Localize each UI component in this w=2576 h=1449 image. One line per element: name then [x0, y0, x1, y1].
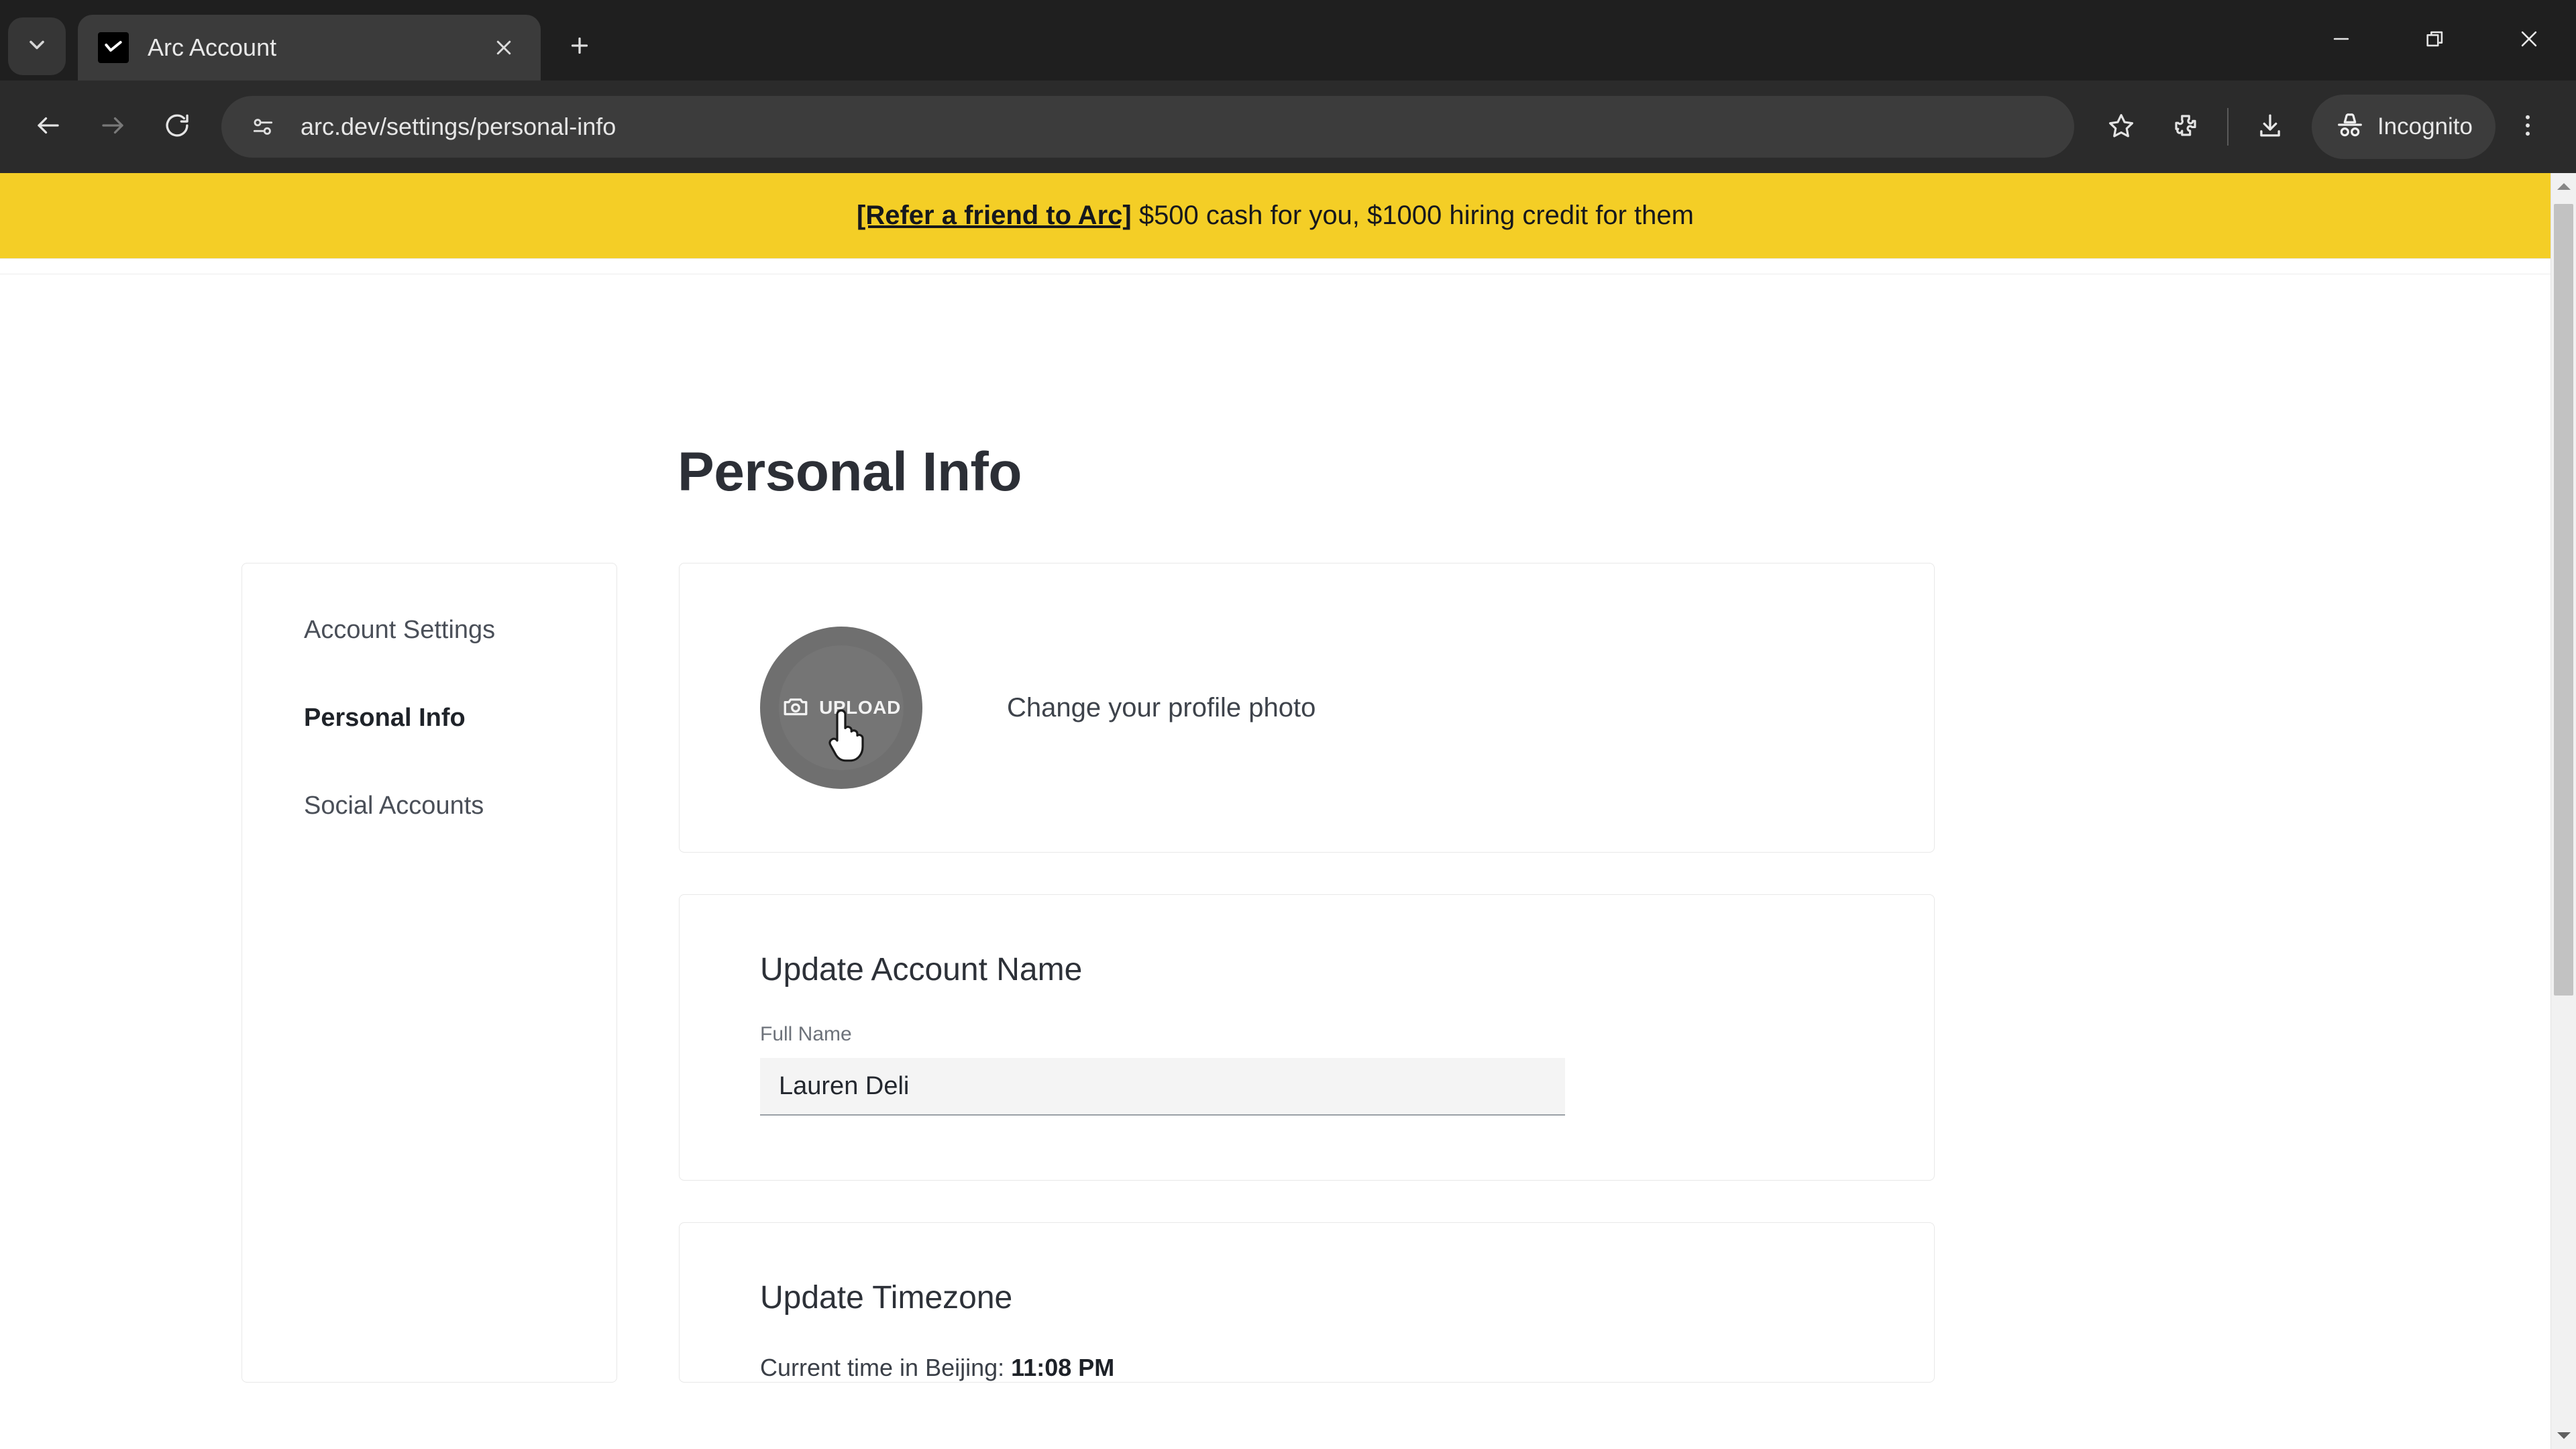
avatar-upload-button[interactable]: UPLOAD [760, 627, 922, 789]
browser-toolbar: arc.dev/settings/personal-info Incognito [0, 80, 2576, 173]
settings-main-column: UPLOAD Change your profile photo Update … [679, 563, 1935, 1383]
chevron-down-icon [25, 33, 49, 60]
settings-sidebar: Account Settings Personal Info Social Ac… [241, 563, 617, 1383]
incognito-hat-icon [2334, 110, 2365, 144]
new-tab-button[interactable] [555, 23, 604, 71]
update-account-name-heading: Update Account Name [760, 952, 1083, 987]
restore-button[interactable] [2388, 0, 2482, 80]
close-window-button[interactable] [2482, 0, 2576, 80]
extensions-puzzle-icon [2171, 111, 2200, 143]
referral-banner-text: [Refer a friend to Arc] $500 cash for yo… [857, 201, 1694, 231]
update-timezone-card: Update Timezone Current time in Beijing:… [679, 1222, 1935, 1383]
upload-control: UPLOAD [782, 692, 901, 724]
page-content: Personal Info Account Settings Personal … [0, 441, 2551, 1383]
page-viewport: [Refer a friend to Arc] $500 cash for yo… [0, 173, 2576, 1449]
camera-icon [782, 692, 810, 724]
downloads-button[interactable] [2238, 95, 2302, 159]
browser-tab[interactable]: Arc Account [78, 15, 541, 80]
current-time-value: 11:08 PM [1011, 1354, 1115, 1381]
page-scrollbar[interactable] [2551, 173, 2576, 1449]
tab-title: Arc Account [148, 34, 277, 61]
url-text: arc.dev/settings/personal-info [301, 113, 616, 140]
minimize-icon [2330, 28, 2353, 54]
address-bar[interactable]: arc.dev/settings/personal-info [221, 96, 2074, 158]
toolbar-divider [2226, 108, 2229, 146]
tab-search-button[interactable] [8, 17, 66, 75]
browser-window: Arc Account arc.dev/settings/personal-in… [0, 0, 2576, 1449]
scroll-down-arrow-icon[interactable] [2551, 1422, 2576, 1449]
update-timezone-heading: Update Timezone [760, 1280, 1013, 1316]
sidebar-item-social-accounts[interactable]: Social Accounts [304, 792, 616, 820]
restore-icon [2424, 28, 2447, 54]
scrollbar-thumb[interactable] [2554, 204, 2573, 996]
close-icon [2518, 28, 2540, 54]
plus-icon [568, 34, 592, 61]
three-dot-menu-icon [2514, 111, 2542, 143]
profile-photo-caption: Change your profile photo [1007, 692, 1316, 722]
profile-photo-card: UPLOAD Change your profile photo [679, 563, 1935, 853]
star-icon [2107, 111, 2135, 143]
referral-banner-detail: $500 cash for you, $1000 hiring credit f… [1131, 201, 1694, 230]
download-icon [2256, 111, 2284, 143]
scroll-up-arrow-icon[interactable] [2551, 173, 2576, 200]
back-arrow-icon [34, 111, 62, 143]
page-title: Personal Info [678, 441, 1022, 502]
settings-layout: Account Settings Personal Info Social Ac… [0, 563, 2551, 1383]
incognito-label: Incognito [2377, 113, 2473, 140]
current-time-prefix: Current time in Beijing: [760, 1354, 1012, 1381]
back-button[interactable] [16, 95, 80, 159]
site-settings-icon[interactable] [241, 105, 284, 148]
forward-button[interactable] [80, 95, 145, 159]
full-name-label: Full Name [760, 1023, 852, 1045]
window-controls [2294, 0, 2576, 80]
extensions-button[interactable] [2153, 95, 2218, 159]
sidebar-item-account-settings[interactable]: Account Settings [304, 616, 616, 645]
tab-close-button[interactable] [486, 30, 522, 66]
tab-strip: Arc Account [0, 0, 2576, 80]
referral-banner: [Refer a friend to Arc] $500 cash for yo… [0, 173, 2551, 259]
reload-icon [163, 111, 191, 143]
upload-label: UPLOAD [819, 697, 901, 718]
web-page: [Refer a friend to Arc] $500 cash for yo… [0, 173, 2551, 1449]
bookmark-button[interactable] [2089, 95, 2153, 159]
incognito-indicator[interactable]: Incognito [2311, 95, 2496, 159]
sidebar-item-personal-info[interactable]: Personal Info [304, 704, 616, 733]
update-account-name-card: Update Account Name Full Name Lauren Del… [679, 894, 1935, 1181]
forward-arrow-icon [99, 111, 127, 143]
current-time-line: Current time in Beijing: 11:08 PM [760, 1354, 1934, 1382]
arc-logo-icon [98, 32, 129, 63]
browser-menu-button[interactable] [2496, 95, 2560, 159]
refer-a-friend-link[interactable]: [Refer a friend to Arc] [857, 201, 1132, 230]
full-name-input[interactable]: Lauren Deli [760, 1058, 1565, 1116]
reload-button[interactable] [145, 95, 209, 159]
minimize-button[interactable] [2294, 0, 2388, 80]
